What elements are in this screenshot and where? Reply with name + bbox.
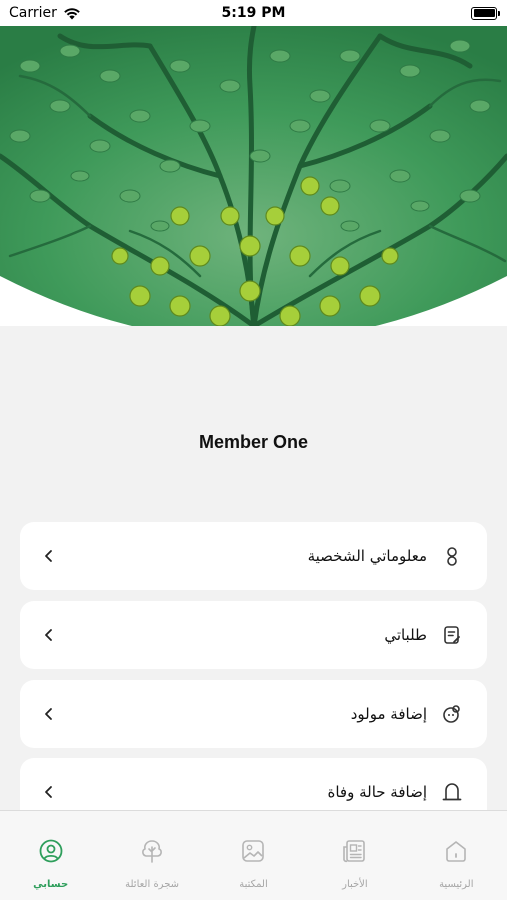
menu-item-my-requests[interactable]: طلباتي [20, 601, 487, 669]
home-icon [446, 841, 467, 862]
tree-icon [142, 840, 163, 863]
menu-item-personal-info[interactable]: معلوماتي الشخصية [20, 522, 487, 590]
account-icon [39, 839, 63, 863]
tab-label: حسابي [33, 879, 69, 890]
chevron-left-icon [45, 708, 52, 720]
gallery-icon [242, 840, 265, 862]
menu-item-label: معلوماتي الشخصية [307, 547, 427, 565]
tab-my-account[interactable]: حسابي [0, 811, 101, 900]
menu-item-label: إضافة حالة وفاة [327, 783, 427, 801]
tab-label: الأخبار [342, 879, 368, 890]
newspaper-icon [343, 840, 365, 863]
chevron-left-icon [45, 550, 52, 562]
carrier-label: Carrier [9, 5, 57, 21]
user-icon [447, 547, 457, 566]
tab-label: الرئيسية [439, 879, 474, 890]
bottom-tab-bar: الرئيسية الأخبار المكتبة شجرة العائلة حس… [0, 810, 507, 900]
status-left: Carrier [9, 5, 81, 21]
menu-item-add-newborn[interactable]: إضافة مولود [20, 680, 487, 748]
tab-label: شجرة العائلة [125, 879, 180, 890]
tab-label: المكتبة [239, 879, 268, 890]
baby-icon [443, 705, 460, 723]
battery-icon [471, 6, 500, 20]
chevron-left-icon [45, 629, 52, 641]
header-tree-artwork [0, 26, 507, 326]
status-bar: Carrier 5:19 PM [0, 0, 507, 26]
wifi-icon [64, 7, 80, 19]
tombstone-icon [442, 783, 462, 801]
tab-family-tree[interactable]: شجرة العائلة [101, 811, 202, 900]
tab-home[interactable]: الرئيسية [406, 811, 507, 900]
document-edit-icon [444, 626, 460, 644]
tab-library[interactable]: المكتبة [203, 811, 304, 900]
menu-item-label: إضافة مولود [350, 705, 427, 723]
tab-news[interactable]: الأخبار [304, 811, 405, 900]
profile-name: Member One [198, 432, 309, 452]
menu-item-label: طلباتي [384, 626, 427, 644]
chevron-left-icon [45, 786, 52, 798]
